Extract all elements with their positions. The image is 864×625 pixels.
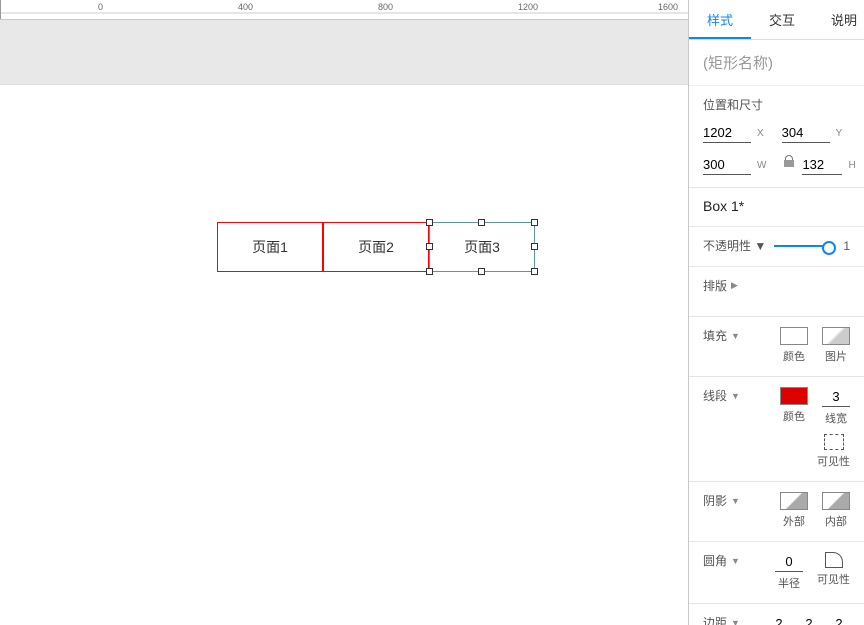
canvas-area[interactable]: 页面1 页面2 页面3 [0,20,688,625]
h-label: H [848,160,855,171]
shape-name-input[interactable]: (矩形名称) [689,40,864,86]
shape-label: 页面1 [252,237,288,257]
line-visibility-icon[interactable] [824,434,844,450]
padding-toggle[interactable]: 边距▼ [703,614,740,625]
resize-handle-tm[interactable] [478,219,485,226]
line-visibility-label: 可见性 [817,453,850,469]
x-input[interactable] [703,123,751,143]
shape-label: 页面2 [358,237,394,257]
line-color-label: 颜色 [783,408,805,424]
artboard[interactable]: 页面1 页面2 页面3 [0,85,688,625]
fill-image-swatch[interactable] [822,327,850,345]
section-style-name: Box 1* [689,188,864,227]
shadow-outer-swatch[interactable] [780,492,808,510]
padding-left-input[interactable] [769,614,789,625]
opacity-slider[interactable] [774,245,835,247]
corner-toggle[interactable]: 圆角▼ [703,552,740,569]
section-padding: 边距▼ 左侧 顶部 右侧 [689,604,864,625]
shadow-inner-label: 内部 [825,513,847,529]
fill-color-label: 颜色 [783,348,805,364]
tab-interaction[interactable]: 交互 [751,0,813,39]
section-line: 线段▼ 颜色 线宽 可见性 [689,377,864,482]
ruler-tick: 1200 [518,2,538,12]
fill-color-swatch[interactable] [780,327,808,345]
ruler-tick: 0 [98,2,103,12]
x-label: X [757,128,764,139]
opacity-value: 1 [843,239,850,253]
shape-page-2[interactable]: 页面2 [323,222,429,272]
padding-top-input[interactable] [799,614,819,625]
shadow-outer-label: 外部 [783,513,805,529]
resize-handle-bm[interactable] [478,268,485,275]
resize-handle-tr[interactable] [531,219,538,226]
w-input[interactable] [703,155,751,175]
resize-handle-ml[interactable] [426,243,433,250]
opacity-label: 不透明性 ▼ [703,237,766,254]
tab-notes[interactable]: 说明 [813,0,864,39]
corner-radius-input[interactable] [775,552,803,572]
ruler-tick: 400 [238,2,253,12]
inspector-tabs: 样式 交互 说明 [689,0,864,40]
ruler-horizontal[interactable]: 0 400 800 1200 1600 [0,0,688,20]
section-position-size: 位置和尺寸 X Y W H [689,86,864,188]
section-corner: 圆角▼ 半径 可见性 [689,542,864,604]
resize-handle-bl[interactable] [426,268,433,275]
w-label: W [757,160,766,171]
section-opacity: 不透明性 ▼ 1 [689,227,864,267]
line-width-label: 线宽 [825,410,847,426]
applied-style-name[interactable]: Box 1* [703,198,744,214]
ruler-tick: 1600 [658,2,678,12]
line-toggle[interactable]: 线段▼ [703,387,740,404]
line-color-swatch[interactable] [780,387,808,405]
y-label: Y [836,128,843,139]
h-input[interactable] [802,155,842,175]
tab-style[interactable]: 样式 [689,0,751,39]
resize-handle-br[interactable] [531,268,538,275]
shape-page-1[interactable]: 页面1 [217,222,323,272]
shape-label: 页面3 [464,237,500,257]
shadow-inner-swatch[interactable] [822,492,850,510]
ruler-tick: 800 [378,2,393,12]
shadow-toggle[interactable]: 阴影▼ [703,492,740,509]
resize-handle-mr[interactable] [531,243,538,250]
fill-image-label: 图片 [825,348,847,364]
canvas-panel: 0 400 800 1200 1600 页面1 页面2 页面3 [0,0,689,625]
line-width-input[interactable] [822,387,850,407]
section-title: 位置和尺寸 [703,96,850,113]
section-typography: 排版▶ [689,267,864,317]
corner-visibility-label: 可见性 [817,571,850,587]
section-shadow: 阴影▼ 外部 内部 [689,482,864,542]
fill-toggle[interactable]: 填充▼ [703,327,740,344]
padding-right-input[interactable] [829,614,849,625]
section-fill: 填充▼ 颜色 图片 [689,317,864,377]
y-input[interactable] [782,123,830,143]
corner-visibility-icon[interactable] [825,552,843,568]
shape-page-3-selected[interactable]: 页面3 [429,222,535,272]
typography-toggle[interactable]: 排版▶ [703,277,850,294]
resize-handle-tl[interactable] [426,219,433,226]
inspector-sidebar: 样式 交互 说明 (矩形名称) 位置和尺寸 X Y W H [689,0,864,625]
corner-radius-label: 半径 [778,575,800,591]
